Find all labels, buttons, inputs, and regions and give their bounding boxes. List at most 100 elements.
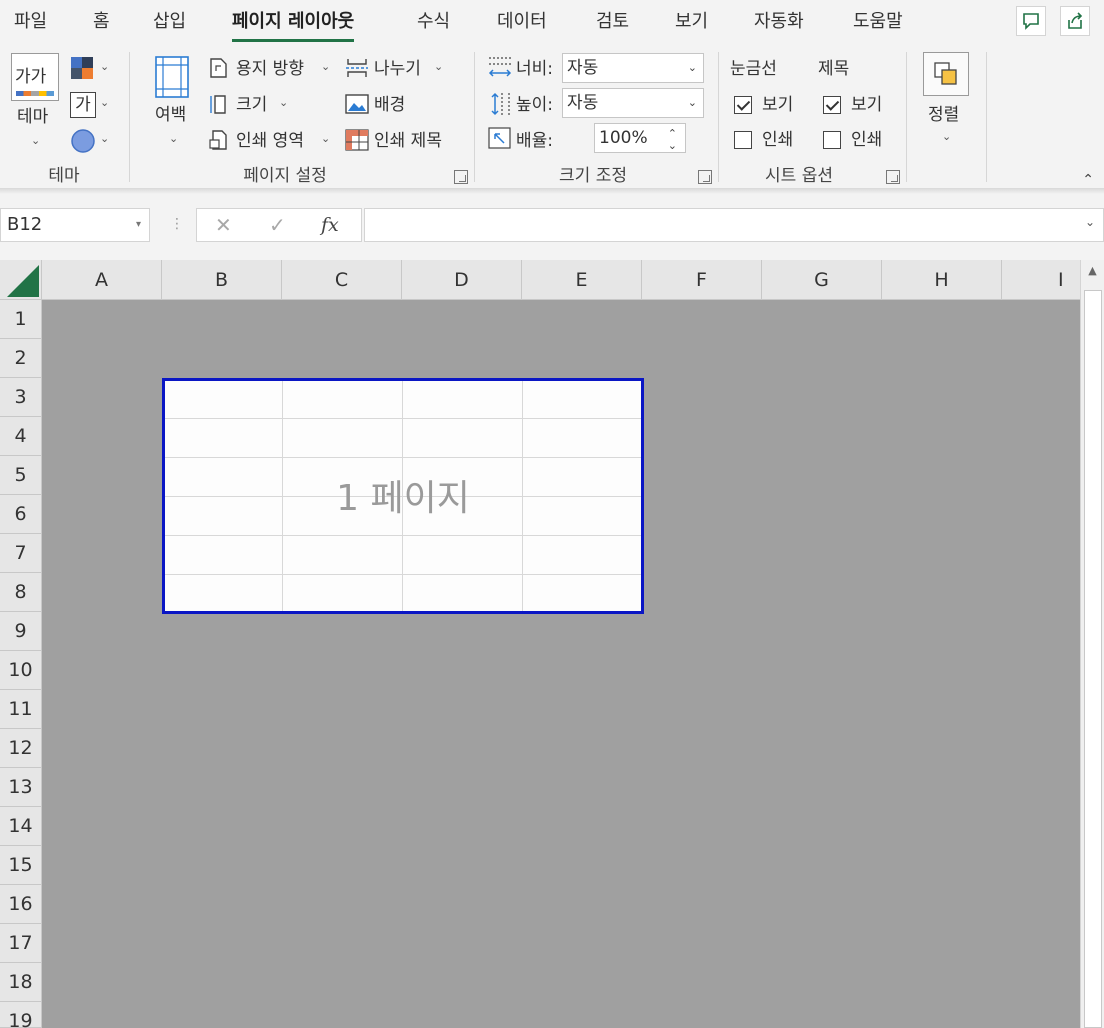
row-header[interactable]: 12 (0, 729, 42, 768)
tab-data[interactable]: 데이터 (497, 0, 547, 44)
chevron-down-icon: ⌄ (169, 132, 179, 145)
orientation-button[interactable]: 용지 방향 (236, 58, 304, 80)
theme-fonts-button[interactable]: 가 (70, 92, 96, 118)
chevron-down-icon: ⌄ (100, 96, 110, 109)
breaks-button[interactable]: 나누기 (374, 58, 421, 80)
cell-gridline (165, 418, 641, 419)
column-header-g[interactable]: G (762, 260, 882, 300)
row-header[interactable]: 9 (0, 612, 42, 651)
print-titles-icon (345, 129, 369, 151)
formula-input[interactable]: ⌄ (364, 208, 1104, 242)
height-select[interactable]: 자동 ⌄ (562, 88, 704, 118)
group-divider (906, 52, 907, 182)
row-header[interactable]: 14 (0, 807, 42, 846)
spin-down-icon[interactable]: ⌄ (668, 132, 677, 160)
sheet-options-dialog-launcher[interactable] (886, 170, 900, 184)
headings-print-checkbox[interactable] (823, 131, 841, 149)
row-header[interactable]: 19 (0, 1002, 42, 1028)
column-header-h[interactable]: H (882, 260, 1002, 300)
row-header[interactable]: 10 (0, 651, 42, 690)
height-icon (487, 91, 513, 117)
row-header[interactable]: 11 (0, 690, 42, 729)
group-divider (718, 52, 719, 182)
tab-review[interactable]: 검토 (596, 0, 629, 44)
tab-help[interactable]: 도움말 (853, 0, 903, 44)
page-break-preview-area[interactable]: 1 페이지 (42, 300, 1080, 1028)
font-glyph: 가 (75, 95, 91, 115)
print-titles-button[interactable]: 인쇄 제목 (374, 130, 442, 152)
row-header[interactable]: 1 (0, 300, 42, 339)
comments-button[interactable] (1016, 6, 1046, 36)
ribbon-panel: 가가 테마 ⌄ ⌄ 가 ⌄ ⌄ 테마 여백 ⌄ 용지 방향 ⌄ 크기 ⌄ 인쇄 … (0, 44, 1104, 192)
row-header[interactable]: 13 (0, 768, 42, 807)
width-icon (487, 56, 513, 80)
column-header-c[interactable]: C (282, 260, 402, 300)
column-header-e[interactable]: E (522, 260, 642, 300)
width-value: 자동 (567, 58, 599, 78)
tab-file[interactable]: 파일 (14, 0, 47, 44)
width-label: 너비: (516, 59, 554, 79)
gridlines-view-checkbox[interactable] (734, 96, 752, 114)
group-divider (474, 52, 475, 182)
size-button[interactable]: 크기 (236, 94, 267, 116)
page-setup-group-label: 페이지 설정 (243, 166, 327, 186)
margins-button[interactable] (155, 56, 189, 98)
row-header[interactable]: 4 (0, 417, 42, 456)
scale-dialog-launcher[interactable] (698, 170, 712, 184)
name-box[interactable]: B12 ▾ (0, 208, 150, 242)
margins-icon (155, 56, 189, 98)
row-header[interactable]: 3 (0, 378, 42, 417)
name-box-value: B12 (7, 214, 43, 235)
chevron-down-icon: ⌄ (279, 96, 289, 109)
insert-function-button[interactable]: fx (321, 209, 339, 241)
margins-label: 여백 (155, 105, 187, 125)
scale-spinner[interactable]: 100% ⌃ ⌄ (594, 123, 686, 153)
tab-page-layout[interactable]: 페이지 레이아웃 (232, 0, 355, 44)
tab-home[interactable]: 홈 (93, 0, 110, 44)
print-page[interactable]: 1 페이지 (162, 378, 644, 614)
row-header[interactable]: 17 (0, 924, 42, 963)
cell-gridline (165, 457, 641, 458)
width-select[interactable]: 자동 ⌄ (562, 53, 704, 83)
theme-color-strip (16, 91, 54, 96)
gridlines-print-label: 인쇄 (762, 130, 794, 150)
tab-insert[interactable]: 삽입 (153, 0, 186, 44)
gridlines-print-checkbox[interactable] (734, 131, 752, 149)
expand-formula-icon[interactable]: ⌄ (1085, 215, 1095, 229)
column-header-a[interactable]: A (42, 260, 162, 300)
row-header[interactable]: 5 (0, 456, 42, 495)
row-header[interactable]: 18 (0, 963, 42, 1002)
sheet-options-group-label: 시트 옵션 (765, 166, 833, 186)
row-header[interactable]: 6 (0, 495, 42, 534)
formula-bar-grip[interactable]: ⋮ (170, 216, 184, 232)
row-header[interactable]: 16 (0, 885, 42, 924)
select-all-button[interactable] (0, 260, 42, 300)
arrange-button[interactable] (923, 52, 969, 96)
row-header[interactable]: 2 (0, 339, 42, 378)
tab-formulas[interactable]: 수식 (417, 0, 450, 44)
cancel-icon[interactable]: ✕ (215, 209, 232, 241)
theme-colors-button[interactable] (70, 56, 96, 80)
chevron-down-icon: ⌄ (100, 132, 110, 145)
enter-icon[interactable]: ✓ (269, 209, 286, 241)
column-header-d[interactable]: D (402, 260, 522, 300)
row-header[interactable]: 15 (0, 846, 42, 885)
scroll-up-icon[interactable]: ▲ (1081, 264, 1104, 288)
collapse-ribbon-icon[interactable]: ⌃ (1082, 172, 1094, 188)
tab-view[interactable]: 보기 (675, 0, 708, 44)
print-area-button[interactable]: 인쇄 영역 (236, 130, 304, 152)
theme-effects-button[interactable] (70, 128, 96, 154)
row-header[interactable]: 7 (0, 534, 42, 573)
scrollbar-thumb[interactable] (1084, 290, 1102, 1028)
row-header[interactable]: 8 (0, 573, 42, 612)
vertical-scrollbar[interactable]: ▲ (1080, 260, 1104, 1028)
headings-label: 제목 (818, 59, 850, 79)
column-header-f[interactable]: F (642, 260, 762, 300)
share-button[interactable] (1060, 6, 1090, 36)
page-setup-dialog-launcher[interactable] (454, 170, 468, 184)
column-header-b[interactable]: B (162, 260, 282, 300)
themes-button[interactable]: 가가 (11, 53, 59, 101)
headings-view-checkbox[interactable] (823, 96, 841, 114)
tab-automate[interactable]: 자동화 (754, 0, 804, 44)
background-button[interactable]: 배경 (374, 94, 405, 116)
